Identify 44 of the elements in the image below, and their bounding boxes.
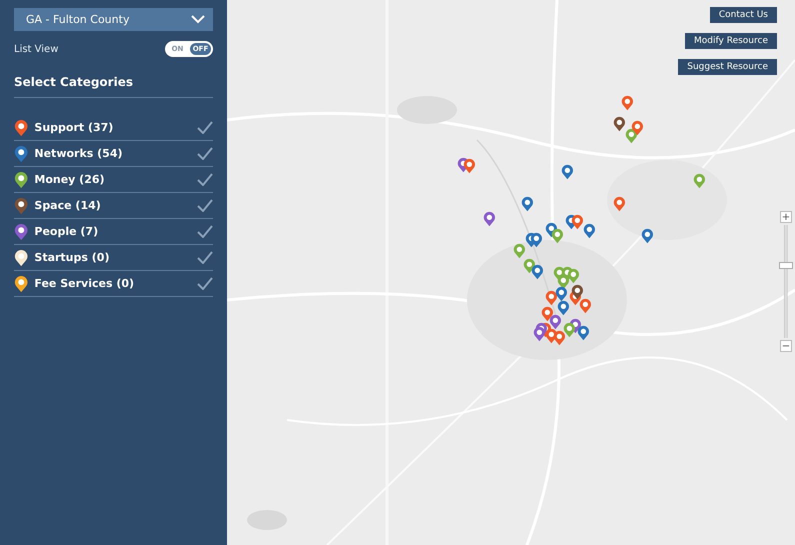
map-pin-icon (545, 290, 558, 306)
map-pin-icon (513, 243, 526, 259)
map-pin-icon (563, 322, 576, 338)
map-pin-icon (533, 326, 546, 342)
map-pin-icon (553, 330, 566, 346)
map-pin-icon (631, 120, 644, 136)
zoom-out-button[interactable]: − (780, 340, 792, 352)
map-pin-icon (579, 298, 592, 314)
map-pin-icon (571, 214, 584, 230)
map-pin-icon (549, 314, 562, 330)
category-item[interactable]: Space (14) (14, 193, 213, 219)
map-pin-icon (561, 164, 574, 180)
list-view-label: List View (14, 44, 58, 54)
map-pin-icon (530, 232, 543, 248)
map-pin-icon (531, 264, 544, 280)
map-pin-icon (613, 116, 626, 132)
map-pin-icon (571, 284, 584, 300)
map-pin-icon (521, 196, 534, 212)
map-pin-icon (693, 173, 706, 189)
map-pin-icon (577, 325, 590, 341)
map-pin-icon (541, 306, 554, 322)
map-pin-icon (613, 196, 626, 212)
categories-heading: Select Categories (14, 75, 213, 98)
map-pin-icon (583, 223, 596, 239)
map-pin-icon (567, 268, 580, 284)
map-action-button[interactable]: Contact Us (710, 7, 777, 23)
category-item[interactable]: Networks (54) (14, 141, 213, 167)
category-item[interactable]: People (7) (14, 219, 213, 245)
zoom-in-button[interactable]: + (780, 211, 792, 223)
map-pin-icon (483, 211, 496, 227)
map-pin-icon (641, 228, 654, 244)
map-action-button[interactable]: Modify Resource (685, 33, 777, 49)
region-select[interactable]: GA - Fulton County (14, 8, 213, 31)
chevron-down-icon (191, 15, 205, 24)
map-pin-icon (557, 300, 570, 316)
category-item[interactable]: Fee Services (0) (14, 271, 213, 297)
category-item[interactable]: Startups (0) (14, 245, 213, 271)
category-item[interactable]: Money (26) (14, 167, 213, 193)
category-item[interactable]: Support (37) (14, 115, 213, 141)
map-pin-icon (551, 228, 564, 244)
map-pin-icon (463, 158, 476, 174)
map-pin-icon (555, 286, 568, 302)
map-pin-icon (621, 95, 634, 111)
map-action-button[interactable]: Suggest Resource (678, 59, 777, 75)
